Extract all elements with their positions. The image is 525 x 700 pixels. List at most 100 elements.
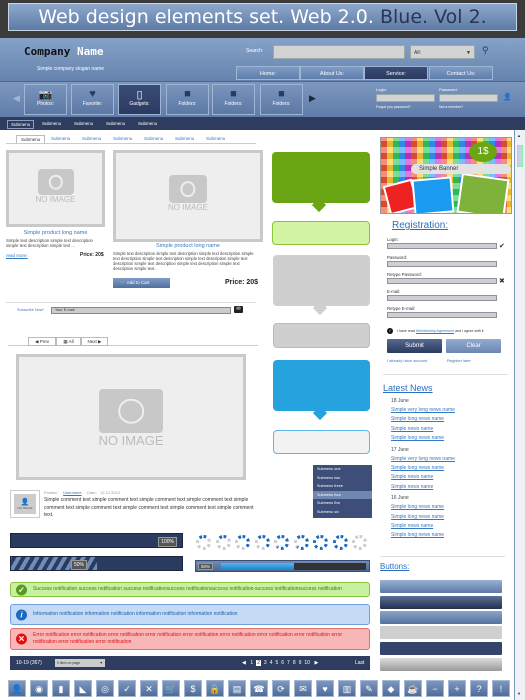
tag-icon[interactable]: ◆ — [382, 680, 400, 697]
lock-icon[interactable]: 🔒 — [206, 680, 224, 697]
page-link[interactable]: 5 — [275, 660, 278, 666]
iconbar-item-folders[interactable]: ■ Folders: — [212, 84, 255, 115]
page-link[interactable]: 10 — [304, 660, 310, 666]
submenu-tab[interactable]: Submenu — [140, 135, 167, 142]
reg-retype-email-input[interactable] — [387, 312, 497, 318]
news-link[interactable]: Simple long news name — [391, 415, 501, 424]
dropdown-item[interactable]: Submenu five — [313, 499, 372, 508]
minus-icon[interactable]: − — [426, 680, 444, 697]
globe-icon[interactable]: ◎ — [96, 680, 114, 697]
mail-icon[interactable]: ✉ — [234, 306, 243, 313]
user-icon[interactable]: 👤 — [503, 93, 512, 101]
iconbar-item-favorite[interactable]: ♥ Favorite: — [71, 84, 114, 115]
clear-button[interactable]: Clear — [446, 339, 501, 353]
submenu-tab[interactable]: Submenu — [202, 135, 229, 142]
cup-icon[interactable]: ☕ — [404, 680, 422, 697]
submenu-tab[interactable]: Submenu — [109, 135, 136, 142]
all-button[interactable]: ▦ All — [56, 337, 81, 346]
register-later-link[interactable]: Register later — [447, 358, 471, 363]
banner-ad[interactable]: 1$ Simple Banner — [380, 137, 512, 214]
submenu-bar-item[interactable]: Submenu — [7, 120, 35, 129]
trash-icon[interactable]: ▤ — [228, 680, 246, 697]
forgot-password-link[interactable]: Forgot you password? — [376, 105, 411, 109]
pin-icon[interactable]: ✎ — [360, 680, 378, 697]
search-input[interactable] — [273, 45, 405, 59]
submit-button[interactable]: Submit — [387, 339, 442, 353]
news-link[interactable]: Simple very long news name — [391, 406, 501, 415]
news-link[interactable]: Simple news name — [391, 473, 501, 482]
submenu-tab[interactable]: Submenu — [171, 135, 198, 142]
phone-icon[interactable]: ☎ — [250, 680, 268, 697]
plus-icon[interactable]: + — [448, 680, 466, 697]
sample-button-blue[interactable] — [380, 611, 502, 624]
news-link[interactable]: Simple news name — [391, 425, 501, 434]
company-logo[interactable]: Company Name — [24, 45, 103, 58]
not-member-link[interactable]: Not a member? — [439, 105, 463, 109]
agree-checkbox[interactable]: ✓ — [387, 328, 393, 334]
rss-icon[interactable]: ◣ — [74, 680, 92, 697]
sample-button-silver[interactable] — [380, 658, 502, 671]
nav-contact[interactable]: Contact Us: — [429, 66, 493, 80]
password-input[interactable] — [439, 94, 498, 102]
items-per-page-select[interactable]: 9 item on page ▼ — [55, 659, 105, 667]
page-link[interactable]: 4 — [270, 660, 273, 666]
nav-about[interactable]: About Us: — [300, 66, 364, 80]
cart-icon[interactable]: 🛒 — [162, 680, 180, 697]
news-link[interactable]: Simple long news name — [391, 513, 501, 522]
user-icon[interactable]: 👤 — [8, 680, 26, 697]
reg-login-input[interactable] — [387, 243, 497, 249]
arrow-right-icon[interactable]: ▶ — [309, 93, 316, 104]
product-title[interactable]: Simple product long name — [113, 243, 263, 249]
iconbar-item-photos[interactable]: 📷 Photos: — [24, 84, 67, 115]
dropdown-item[interactable]: Submenu four — [313, 490, 372, 499]
blue-input-box[interactable] — [273, 430, 370, 454]
page-link[interactable]: 9 — [299, 660, 302, 666]
submenu-tab[interactable]: Submenu — [16, 135, 46, 143]
page-link[interactable]: 7 — [287, 660, 290, 666]
news-link[interactable]: Simple long news name — [391, 531, 501, 540]
news-link[interactable]: Simple very long news name — [391, 455, 501, 464]
page-link[interactable]: 2 — [256, 660, 261, 666]
news-link[interactable]: Simple news name — [391, 483, 501, 492]
nav-service[interactable]: Service: — [364, 66, 428, 80]
large-image-placeholder[interactable]: NO IMAGE — [16, 354, 246, 480]
submenu-tab[interactable]: Submenu — [47, 135, 74, 142]
page-next-icon[interactable]: ▶ — [314, 660, 318, 666]
dropdown-item[interactable]: Submenu one — [313, 465, 372, 474]
read-more-link[interactable]: read more: — [6, 253, 28, 258]
subscribe-email-input[interactable]: Your E-mail — [51, 307, 231, 314]
scrollbar[interactable]: ▲ ▼ — [514, 130, 525, 700]
sample-button-dark-blue[interactable] — [380, 596, 502, 609]
add-to-cart-button[interactable]: 🛒 Add to Cart — [113, 278, 170, 288]
chart-icon[interactable]: ▮ — [52, 680, 70, 697]
comment-username[interactable]: Username — [63, 490, 81, 495]
news-link[interactable]: Simple long news name — [391, 434, 501, 443]
scroll-up-icon[interactable]: ▲ — [517, 133, 521, 138]
submenu-bar-item[interactable]: Submenu — [39, 120, 64, 127]
submenu-bar-item[interactable]: Submenu — [103, 120, 128, 127]
check-icon[interactable]: ✓ — [118, 680, 136, 697]
news-link[interactable]: Simple long news name — [391, 503, 501, 512]
news-link[interactable]: Simple long news name — [391, 464, 501, 473]
news-link[interactable]: Simple news name — [391, 522, 501, 531]
search-icon[interactable]: ⚲ — [482, 45, 489, 56]
arrow-left-icon[interactable]: ◀ — [13, 93, 20, 104]
dropdown-item[interactable]: Submenu three — [313, 482, 372, 491]
mail-icon[interactable]: ✉ — [294, 680, 312, 697]
scrollbar-thumb[interactable] — [517, 145, 523, 167]
nav-home[interactable]: Home: — [236, 66, 300, 80]
close-icon[interactable]: ✕ — [140, 680, 158, 697]
heart-icon[interactable]: ♥ — [316, 680, 334, 697]
have-account-link[interactable]: I already have account — [387, 358, 427, 363]
exclamation-icon[interactable]: ! — [492, 680, 510, 697]
scroll-down-icon[interactable]: ▼ — [517, 691, 521, 696]
dropdown-item[interactable]: Submenu two — [313, 474, 372, 483]
bin-icon[interactable]: ▥ — [338, 680, 356, 697]
login-input[interactable] — [376, 94, 435, 102]
eye-icon[interactable]: ◉ — [30, 680, 48, 697]
gray-input-box[interactable] — [273, 323, 370, 348]
sample-button-gray[interactable] — [380, 626, 502, 639]
page-link[interactable]: 6 — [281, 660, 284, 666]
iconbar-item-gadgets[interactable]: ▯ Gadgets: — [118, 84, 161, 115]
reg-password-input[interactable] — [387, 261, 497, 267]
